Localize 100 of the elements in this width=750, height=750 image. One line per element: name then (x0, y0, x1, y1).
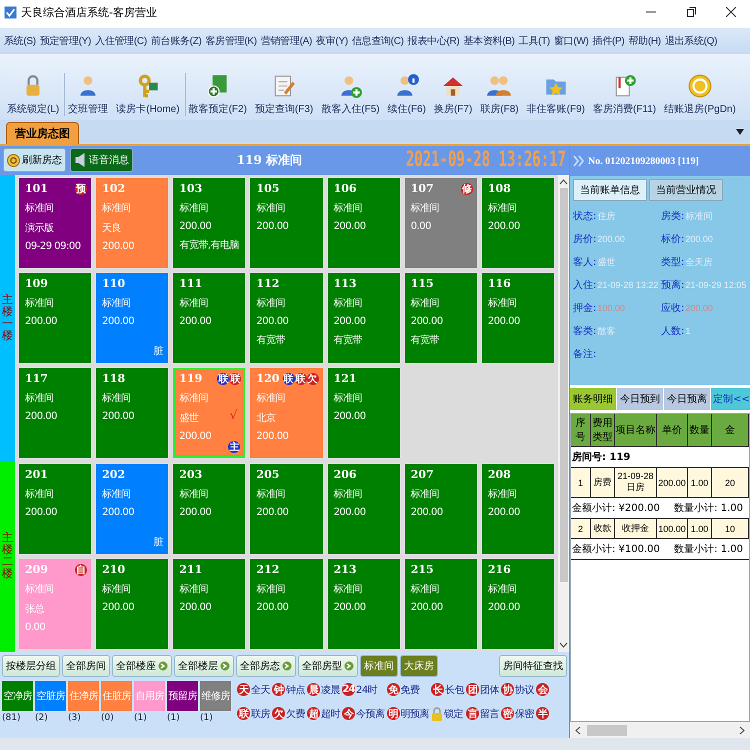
tab[interactable]: 账务明细 (570, 388, 616, 410)
filter-button[interactable]: 大床房 (400, 654, 438, 677)
menu-item[interactable]: 预定管理(Y) (38, 34, 94, 48)
room-tile[interactable]: 119 标准间 盛世 200.00 联 联 √ 主 (173, 368, 246, 458)
room-tile[interactable]: 106 标准间 200.00 (328, 178, 400, 268)
room-info: 有宽带 (334, 334, 362, 347)
scroll-right-icon[interactable] (739, 726, 746, 734)
room-status-button[interactable]: 空脏房 (35, 680, 66, 711)
menu-item[interactable]: 营销管理(A) (258, 34, 314, 48)
scrollbar[interactable] (570, 722, 750, 738)
scrollbar[interactable] (558, 174, 569, 652)
scroll-up-icon[interactable] (559, 178, 568, 185)
room-tile[interactable]: 111 标准间 200.00 (173, 272, 246, 363)
tab[interactable]: 营业房态图 (6, 122, 79, 144)
room-tile[interactable]: 210 标准间 200.00 (96, 558, 168, 649)
marker-label: 钟点 (286, 684, 305, 697)
room-status-button[interactable]: 空净房 (2, 680, 33, 711)
customize-button[interactable]: 定制<< (711, 388, 750, 410)
tab[interactable]: 当前账单信息 (573, 179, 647, 201)
floor-label[interactable]: 主楼二楼 (0, 460, 15, 652)
maximize-icon[interactable] (686, 7, 696, 17)
room-tile[interactable]: 120 标准间 北京 200.00 联 联 欠 (250, 368, 323, 458)
room-tile[interactable]: 209 标准间 张总 0.00 自 (19, 558, 92, 649)
toolbar-button[interactable]: 换房(F7) (430, 73, 476, 116)
feature-search-button[interactable]: 房间特征查找 (499, 654, 567, 677)
voice-message-button[interactable]: 语音消息 (70, 148, 133, 172)
room-tile[interactable]: 212 标准间 200.00 (250, 558, 323, 649)
room-tile[interactable]: 206 标准间 200.00 (328, 464, 400, 554)
menu-item[interactable]: 夜审(Y) (314, 34, 350, 48)
menu-item[interactable]: 报表中心(R) (406, 34, 462, 48)
menu-item[interactable]: 工具(T) (516, 34, 552, 48)
toolbar-button[interactable]: 续住(F6) (384, 73, 429, 116)
menu-item[interactable]: 客房管理(K) (204, 34, 259, 48)
dropdown-caret-icon[interactable] (736, 129, 744, 135)
toolbar-button[interactable]: 系统锁定(L) (4, 73, 62, 116)
room-tile[interactable]: 207 标准间 200.00 (404, 464, 477, 554)
room-tile[interactable]: 108 标准间 200.00 (482, 178, 554, 268)
room-tile[interactable]: 115 标准间 200.00 有宽带 (404, 272, 477, 363)
room-tile[interactable]: 117 标准间 200.00 (19, 368, 92, 458)
room-tile[interactable]: 213 标准间 200.00 (328, 558, 400, 649)
room-tile[interactable]: 202 标准间 200.00 脏 (96, 464, 168, 554)
room-tile[interactable]: 112 标准间 200.00 有宽带 (250, 272, 323, 363)
menu-item[interactable]: 前台账务(Z) (148, 34, 204, 48)
menu-item[interactable]: 基本资料(B) (461, 34, 517, 48)
room-tile[interactable]: 121 标准间 200.00 (328, 368, 400, 458)
toolbar-button[interactable]: 客房消费(F11) (590, 73, 660, 116)
filter-button[interactable]: 按楼层分组 (2, 654, 60, 677)
room-tile[interactable]: 109 标准间 200.00 (19, 272, 92, 363)
filter-button[interactable]: 全部房间 (62, 654, 110, 677)
menu-item[interactable]: 入住管理(C) (93, 34, 149, 48)
menu-item[interactable]: 插件(P) (590, 34, 626, 48)
toolbar-button[interactable]: 非住客账(F9) (524, 73, 588, 116)
menu-item[interactable]: 帮助(H) (626, 34, 663, 48)
toolbar-button[interactable]: 结账退房(PgDn) (661, 73, 739, 116)
room-info: 0.00 (25, 622, 46, 633)
room-type: 标准间 (334, 296, 362, 310)
tab[interactable]: 今日预到 (617, 388, 663, 410)
room-tile[interactable]: 107 标准间 0.00 修 (404, 178, 477, 268)
close-icon[interactable] (726, 7, 736, 17)
room-status-button[interactable]: 维修房 (200, 680, 231, 711)
toolbar-button[interactable]: 预定查询(F3) (252, 73, 316, 116)
filter-button[interactable]: 标准间 (360, 654, 398, 677)
room-tile[interactable]: 105 标准间 200.00 (250, 178, 323, 268)
tab[interactable]: 今日预离 (664, 388, 710, 410)
room-tile[interactable]: 113 标准间 200.00 有宽带 (328, 272, 400, 363)
room-tile[interactable]: 118 标准间 200.00 (96, 368, 168, 458)
refresh-button[interactable]: 刷新房态 (3, 148, 66, 172)
floor-label[interactable]: 主楼一楼 (0, 174, 15, 461)
menu-item[interactable]: 信息查询(C) (350, 34, 406, 48)
scroll-down-icon[interactable] (559, 642, 568, 649)
room-tile[interactable]: 216 标准间 200.00 (482, 558, 554, 649)
room-tile[interactable]: 208 标准间 200.00 (482, 464, 554, 554)
scrollbar-thumb[interactable] (587, 724, 627, 736)
room-tile[interactable]: 116 标准间 200.00 (482, 272, 554, 363)
menu-item[interactable]: 退出系统(Q) (662, 34, 720, 48)
scrollbar-thumb[interactable] (560, 188, 568, 582)
toolbar-button[interactable]: 联房(F8) (477, 73, 522, 116)
room-tile[interactable]: 110 标准间 200.00 脏 (96, 272, 168, 363)
toolbar-button[interactable]: 交班管理 (64, 73, 112, 116)
marker-badge: 会 (536, 683, 549, 696)
toolbar-button[interactable]: 读房卡(Home) (113, 73, 183, 116)
menu-item[interactable]: 窗口(W) (552, 34, 591, 48)
scroll-left-icon[interactable] (574, 726, 581, 734)
toolbar-button[interactable]: 散客预定(F2) (184, 73, 250, 116)
room-tile[interactable]: 201 标准间 200.00 (19, 464, 92, 554)
room-tile[interactable]: 211 标准间 200.00 (173, 558, 246, 649)
filter-button[interactable]: 全部楼座 (112, 654, 172, 677)
menu-item[interactable]: 系统(S) (2, 34, 38, 48)
room-tile[interactable]: 103 标准间 200.00 有宽带,有电脑 (173, 178, 246, 268)
toolbar-button[interactable]: 散客入住(F5) (318, 73, 383, 116)
filter-button[interactable]: 全部楼层 (174, 654, 234, 677)
table-cell: 1.00 (688, 519, 712, 539)
room-tile[interactable]: 101 标准间 演示版 09-29 09:00 预 (19, 178, 92, 268)
room-tile[interactable]: 205 标准间 200.00 (250, 464, 323, 554)
filter-button[interactable]: 全部房型 (298, 654, 358, 677)
room-tile[interactable]: 203 标准间 200.00 (173, 464, 246, 554)
room-status-button[interactable]: 预留房 (167, 680, 198, 711)
room-tile[interactable]: 215 标准间 200.00 (404, 558, 477, 649)
filter-button[interactable]: 全部房态 (236, 654, 296, 677)
tab[interactable]: 当前营业情况 (649, 179, 723, 201)
